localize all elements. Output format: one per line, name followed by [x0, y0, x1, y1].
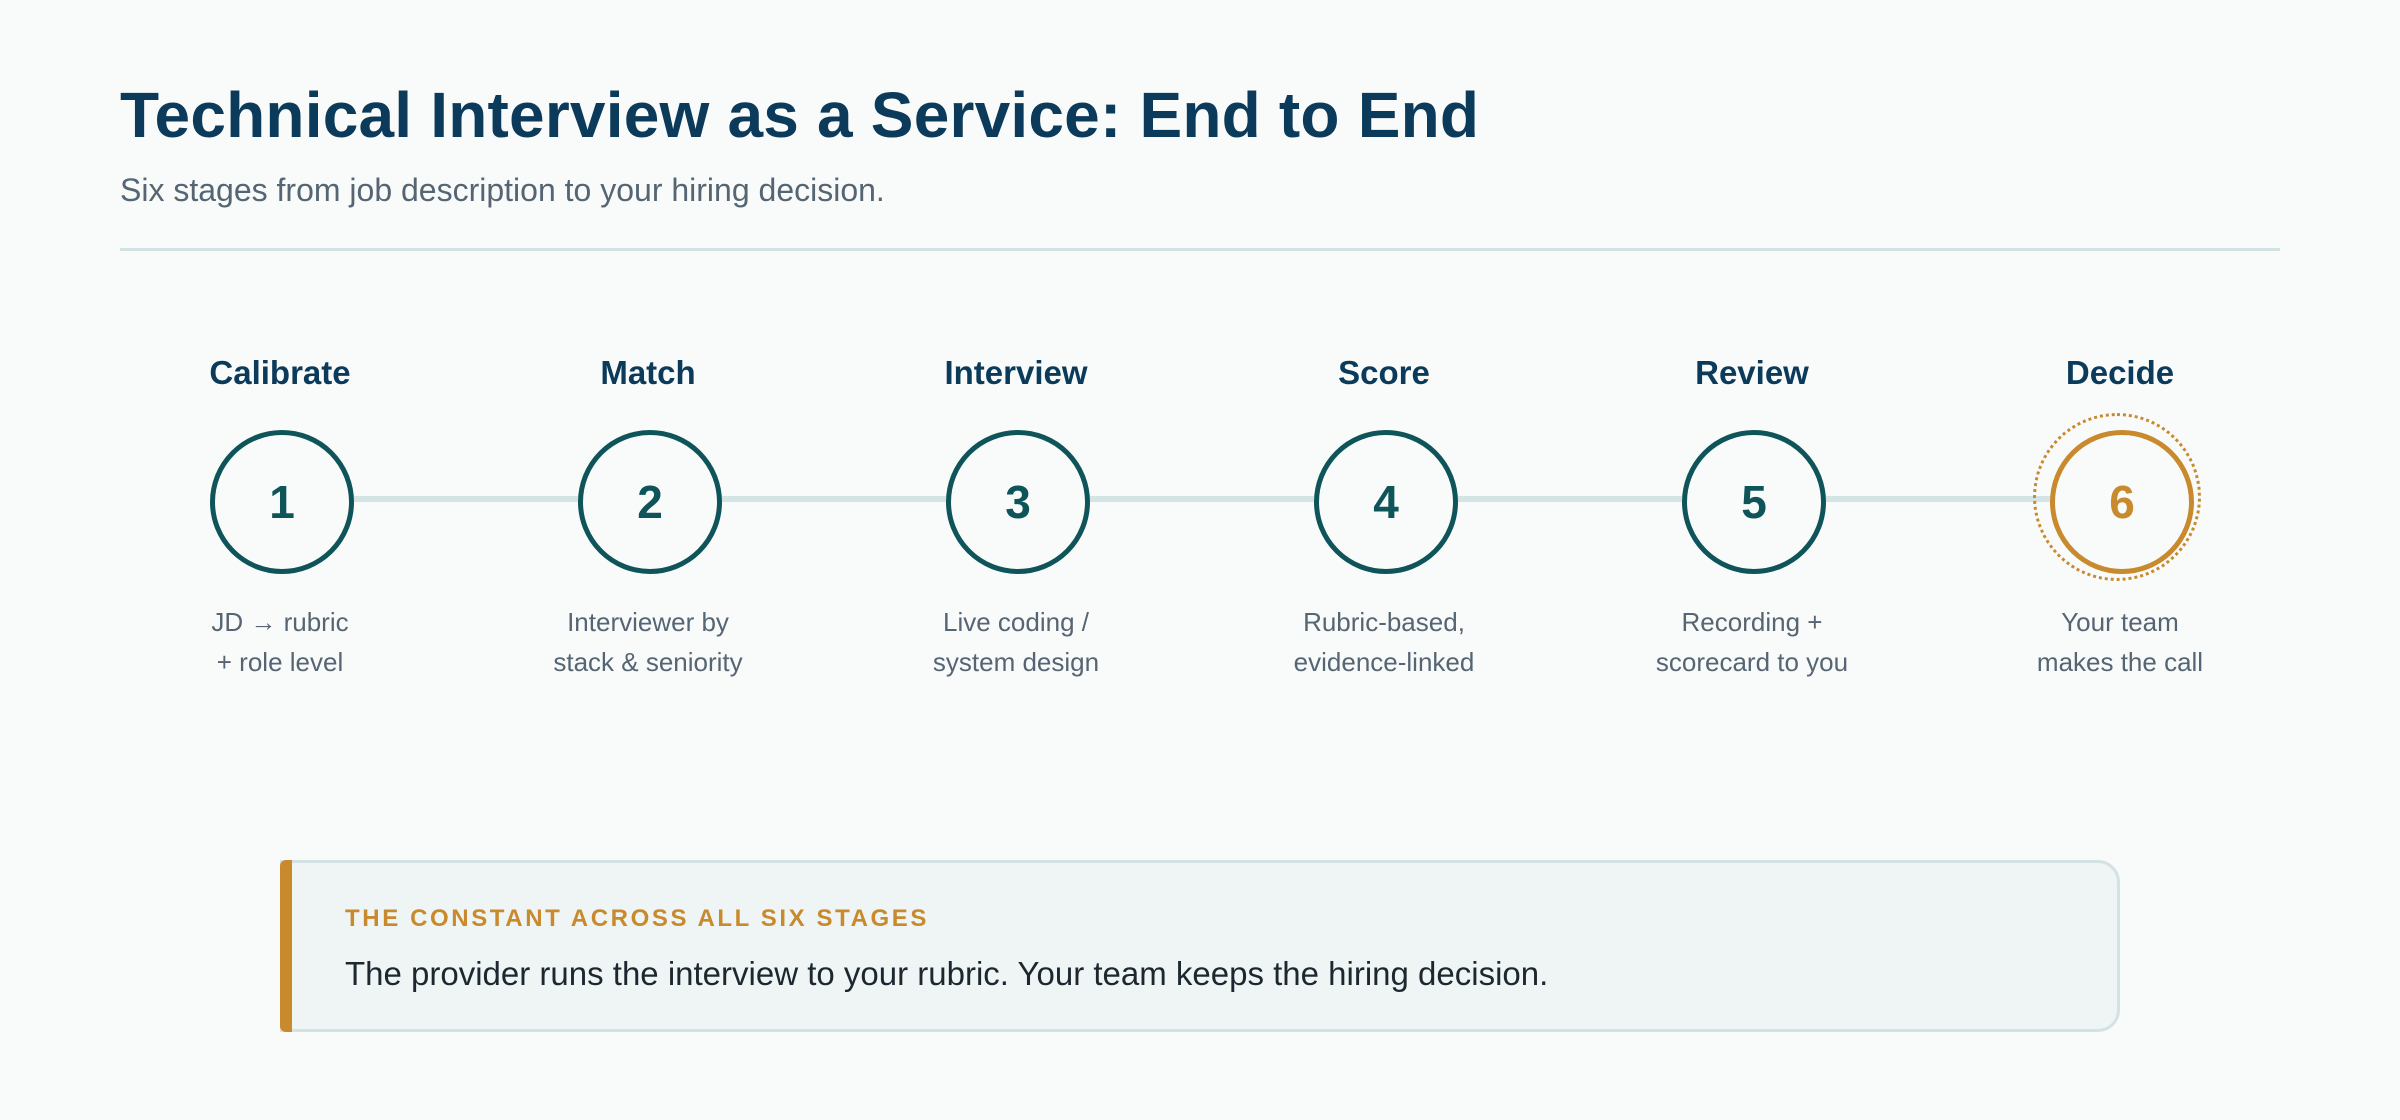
- stage-description-line: stack & seniority: [553, 647, 743, 677]
- callout-eyebrow: THE CONSTANT ACROSS ALL SIX STAGES: [345, 905, 929, 932]
- stage-description: Recording + scorecard to you: [1592, 602, 1912, 682]
- stage-description-line: scorecard to you: [1655, 647, 1849, 677]
- stage-review: Review 5 Recording + scorecard to you: [1592, 340, 1912, 700]
- stage-title: Decide: [2065, 354, 2175, 391]
- stage-match: Match 2 Interviewer by stack & seniority: [488, 340, 808, 700]
- stage-description-line: Live coding /: [943, 607, 1089, 637]
- stage-description-line: Interviewer by: [567, 607, 729, 637]
- stage-title: Interview: [944, 354, 1088, 391]
- stage-number-circle: 6: [2050, 430, 2194, 574]
- stage-number-circle: 5: [1682, 430, 1826, 574]
- stage-description: Your team makes the call: [1960, 602, 2280, 682]
- stage-description-line: system design: [932, 647, 1100, 677]
- stage-decide: Decide 6 Your team makes the call: [1960, 340, 2280, 700]
- stage-score: Score 4 Rubric-based, evidence-linked: [1224, 340, 1544, 700]
- stage-description-line: + role level: [216, 647, 344, 677]
- stage-description: Live coding / system design: [856, 602, 1176, 682]
- stage-interview: Interview 3 Live coding / system design: [856, 340, 1176, 700]
- stage-description: JD → rubric + role level: [120, 602, 440, 682]
- stage-description-line: makes the call: [2036, 647, 2204, 677]
- stage-description: Interviewer by stack & seniority: [488, 602, 808, 682]
- stage-number-circle: 2: [578, 430, 722, 574]
- stage-title: Calibrate: [209, 354, 351, 391]
- stage-description: Rubric-based, evidence-linked: [1224, 602, 1544, 682]
- stage-number-circle: 4: [1314, 430, 1458, 574]
- stage-calibrate: Calibrate 1 JD → rubric + role level: [120, 340, 440, 700]
- stage-description-line: Your team: [2061, 607, 2179, 637]
- stage-description-line: evidence-linked: [1293, 647, 1475, 677]
- stage-number-circle: 1: [210, 430, 354, 574]
- stage-description-line: Recording +: [1681, 607, 1823, 637]
- stage-description-line: Rubric-based,: [1303, 607, 1465, 637]
- page-title: Technical Interview as a Service: End to…: [120, 79, 1480, 151]
- header-divider: [120, 248, 2280, 251]
- stage-title: Review: [1695, 354, 1809, 391]
- callout-accent-bar: [280, 860, 292, 1032]
- stage-description-line: JD → rubric: [211, 607, 349, 637]
- stage-number-circle: 3: [946, 430, 1090, 574]
- callout-text: The provider runs the interview to your …: [345, 955, 1549, 992]
- stage-title: Match: [600, 354, 696, 391]
- page-subtitle: Six stages from job description to your …: [120, 172, 885, 208]
- stage-title: Score: [1338, 354, 1430, 391]
- constant-callout-box: THE CONSTANT ACROSS ALL SIX STAGES The p…: [280, 860, 2120, 1032]
